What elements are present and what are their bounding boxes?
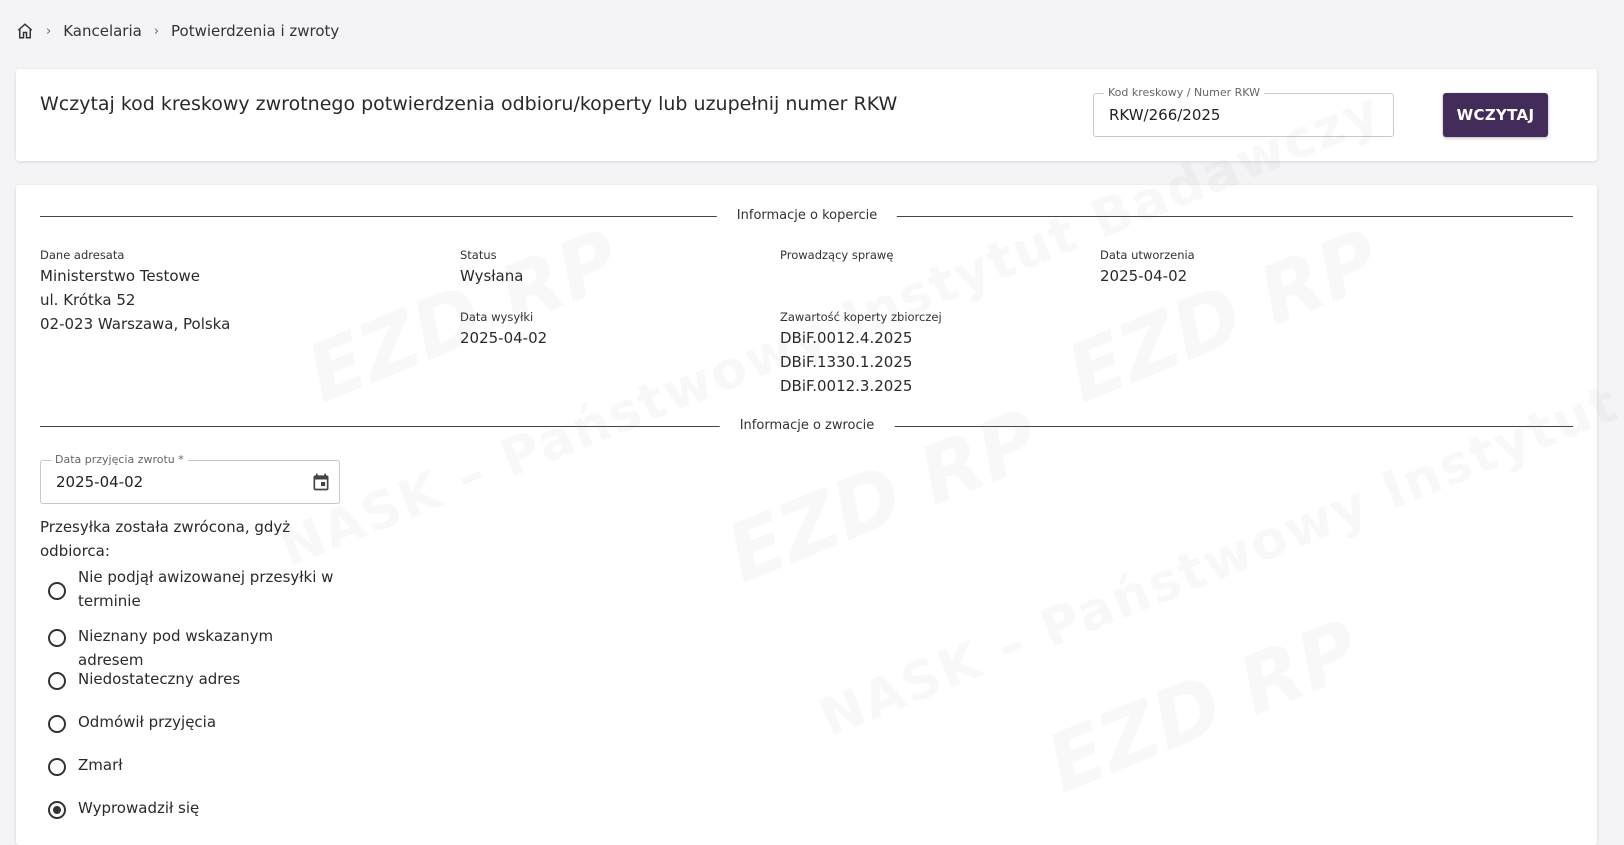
radio-button[interactable] <box>48 629 66 647</box>
return-reason-question: Przesyłka została zwrócona, gdyż odbiorc… <box>40 518 291 560</box>
sent-date-value: 2025-04-02 <box>460 329 548 347</box>
radio-option-moved-out[interactable]: Wyprowadził się <box>48 796 338 820</box>
radio-option-not-collected[interactable]: Nie podjął awizowanej przesyłki w termin… <box>48 565 338 613</box>
addressee-line: ul. Krótka 52 <box>40 291 136 309</box>
addressee-value: Ministerstwo Testowe ul. Krótka 52 02-02… <box>40 264 230 336</box>
radio-button-checked[interactable] <box>48 801 66 819</box>
barcode-field[interactable]: Kod kreskowy / Numer RKW <box>1093 86 1394 137</box>
radio-label: Wyprowadził się <box>78 799 200 817</box>
radio-label: Zmarł <box>78 756 123 774</box>
contents-item: DBiF.0012.3.2025 <box>780 377 913 395</box>
radio-button[interactable] <box>48 582 66 600</box>
calendar-icon[interactable] <box>311 472 331 492</box>
barcode-field-label: Kod kreskowy / Numer RKW <box>1104 86 1264 99</box>
return-date-label: Data przyjęcia zwrotu * <box>51 453 188 466</box>
addressee-line: Ministerstwo Testowe <box>40 267 200 285</box>
breadcrumb-item-kancelaria[interactable]: Kancelaria <box>63 22 142 40</box>
created-date-value: 2025-04-02 <box>1100 267 1188 285</box>
radio-option-refused[interactable]: Odmówił przyjęcia <box>48 710 338 734</box>
scan-card: Wczytaj kod kreskowy zwrotnego potwierdz… <box>16 69 1597 161</box>
breadcrumb: › Kancelaria › Potwierdzenia i zwroty <box>16 19 339 43</box>
addressee-line: 02-023 Warszawa, Polska <box>40 315 231 333</box>
status-value: Wysłana <box>460 267 524 285</box>
contents-list: DBiF.0012.4.2025 DBiF.1330.1.2025 DBiF.0… <box>780 326 912 398</box>
scan-title: Wczytaj kod kreskowy zwrotnego potwierdz… <box>40 93 898 115</box>
status-label: Status <box>460 248 497 262</box>
radio-button[interactable] <box>48 758 66 776</box>
barcode-input[interactable] <box>1094 94 1393 136</box>
radio-option-deceased[interactable]: Zmarł <box>48 753 338 777</box>
chevron-right-icon: › <box>153 23 160 39</box>
radio-option-insufficient-address[interactable]: Niedostateczny adres <box>48 667 338 691</box>
radio-label: Nieznany pod wskazanym adresem <box>78 627 274 669</box>
load-button[interactable]: WCZYTAJ <box>1443 93 1548 137</box>
return-section-label: Informacje o zwrocie <box>719 418 895 433</box>
return-date-field[interactable]: Data przyjęcia zwrotu * <box>40 453 340 504</box>
sent-date-label: Data wysyłki <box>460 310 534 324</box>
breadcrumb-item-current[interactable]: Potwierdzenia i zwroty <box>171 22 339 40</box>
handler-label: Prowadzący sprawę <box>780 248 894 262</box>
radio-option-unknown-address[interactable]: Nieznany pod wskazanym adresem <box>48 624 338 672</box>
radio-button[interactable] <box>48 715 66 733</box>
home-icon[interactable] <box>16 22 34 40</box>
chevron-right-icon: › <box>46 23 52 39</box>
created-date-label: Data utworzenia <box>1100 248 1195 262</box>
radio-label: Niedostateczny adres <box>78 670 241 688</box>
radio-button[interactable] <box>48 672 66 690</box>
contents-item: DBiF.1330.1.2025 <box>780 353 913 371</box>
contents-label: Zawartość koperty zbiorczej <box>780 310 942 324</box>
contents-item: DBiF.0012.4.2025 <box>780 329 913 347</box>
details-card: Informacje o kopercie Dane adresata Mini… <box>16 185 1597 845</box>
envelope-section-label: Informacje o kopercie <box>716 208 898 223</box>
addressee-label: Dane adresata <box>40 248 125 262</box>
radio-label: Odmówił przyjęcia <box>78 713 217 731</box>
radio-label: Nie podjął awizowanej przesyłki w termin… <box>78 568 334 610</box>
return-date-input[interactable] <box>41 461 339 503</box>
